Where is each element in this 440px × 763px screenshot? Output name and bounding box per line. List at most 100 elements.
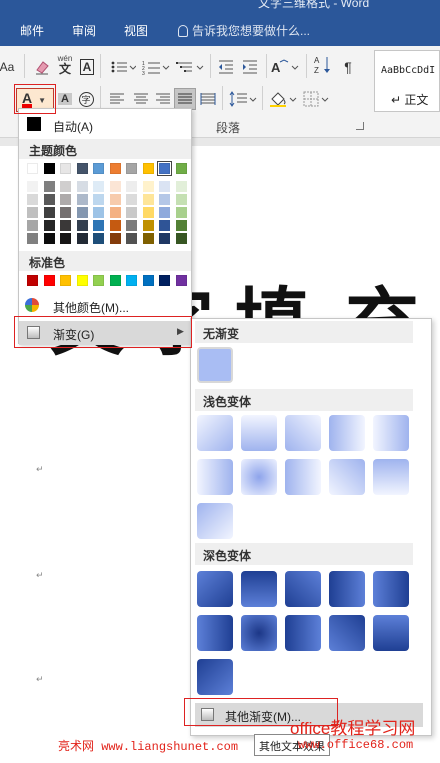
theme-tint-swatch[interactable] <box>142 220 154 231</box>
theme-tint-swatch[interactable] <box>126 181 137 192</box>
character-shading-button[interactable]: A <box>56 88 74 110</box>
dark-gradient-tile[interactable] <box>373 571 409 607</box>
theme-tint-swatch[interactable] <box>76 220 88 231</box>
theme-tint-swatch[interactable] <box>175 194 187 205</box>
theme-tint-swatch[interactable] <box>126 233 137 244</box>
standard-color-swatch[interactable] <box>93 275 104 286</box>
dialog-launcher-icon[interactable] <box>356 122 364 130</box>
distributed-button[interactable] <box>198 88 218 110</box>
align-right-button[interactable] <box>152 88 174 110</box>
theme-color-swatch[interactable] <box>126 163 137 174</box>
standard-color-swatch[interactable] <box>27 275 38 286</box>
numbering-button[interactable]: 123 <box>140 56 172 78</box>
chinese-layout-button[interactable]: A <box>270 56 300 78</box>
theme-color-swatch[interactable] <box>93 163 104 174</box>
no-gradient-tile[interactable] <box>197 347 233 383</box>
theme-tint-swatch[interactable] <box>93 181 104 192</box>
change-case-button[interactable]: Aa <box>0 56 14 78</box>
theme-tint-swatch[interactable] <box>76 181 88 192</box>
borders-button[interactable] <box>302 88 332 110</box>
light-gradient-tile[interactable] <box>241 459 277 495</box>
show-hide-marks-button[interactable]: ¶ <box>338 56 358 78</box>
standard-color-swatch[interactable] <box>109 275 121 286</box>
theme-tint-swatch[interactable] <box>60 220 71 231</box>
theme-tint-swatch[interactable] <box>109 194 121 205</box>
theme-tint-swatch[interactable] <box>60 181 71 192</box>
automatic-color-item[interactable]: 自动(A) <box>19 115 191 135</box>
dark-gradient-tile[interactable] <box>285 615 321 651</box>
decrease-indent-button[interactable] <box>216 56 236 78</box>
theme-tint-swatch[interactable] <box>159 181 170 192</box>
theme-tint-swatch[interactable] <box>93 194 104 205</box>
theme-tint-swatch[interactable] <box>109 233 121 244</box>
standard-color-swatch[interactable] <box>175 275 187 286</box>
standard-color-swatch[interactable] <box>60 275 71 286</box>
theme-tint-swatch[interactable] <box>175 207 187 218</box>
tab-view[interactable]: 视图 <box>124 22 148 39</box>
dark-gradient-tile[interactable] <box>373 615 409 651</box>
light-gradient-tile[interactable] <box>329 415 365 451</box>
theme-tint-swatch[interactable] <box>93 220 104 231</box>
more-colors-item[interactable]: 其他颜色(M)... <box>19 295 191 317</box>
theme-tint-swatch[interactable] <box>126 207 137 218</box>
theme-color-swatch[interactable] <box>60 163 71 174</box>
theme-tint-swatch[interactable] <box>159 220 170 231</box>
light-gradient-tile[interactable] <box>373 415 409 451</box>
theme-tint-swatch[interactable] <box>159 194 170 205</box>
dark-gradient-tile[interactable] <box>197 659 233 695</box>
light-gradient-tile[interactable] <box>329 459 365 495</box>
theme-tint-swatch[interactable] <box>175 181 187 192</box>
enclose-characters-button[interactable]: 字 <box>76 88 96 110</box>
theme-tint-swatch[interactable] <box>175 233 187 244</box>
theme-tint-swatch[interactable] <box>76 207 88 218</box>
standard-color-swatch[interactable] <box>142 275 154 286</box>
gradient-item[interactable]: 渐变(G) ▶ <box>19 321 191 345</box>
theme-tint-swatch[interactable] <box>142 194 154 205</box>
theme-color-swatch[interactable] <box>27 163 38 174</box>
align-left-button[interactable] <box>106 88 128 110</box>
standard-color-swatch[interactable] <box>159 275 170 286</box>
bullets-button[interactable] <box>108 56 138 78</box>
character-border-button[interactable]: A <box>78 56 96 78</box>
dark-gradient-tile[interactable] <box>241 571 277 607</box>
theme-color-swatch[interactable] <box>157 161 172 176</box>
sort-button[interactable]: AZ <box>312 54 334 76</box>
theme-tint-swatch[interactable] <box>43 233 55 244</box>
theme-tint-swatch[interactable] <box>43 194 55 205</box>
standard-color-swatch[interactable] <box>43 275 55 286</box>
theme-tint-swatch[interactable] <box>109 207 121 218</box>
style-gallery[interactable]: AaBbCcDdI ↵ 正文 <box>374 50 440 112</box>
chevron-down-icon[interactable]: ▼ <box>38 96 46 105</box>
theme-tint-swatch[interactable] <box>60 207 71 218</box>
light-gradient-tile[interactable] <box>197 503 233 539</box>
justify-button[interactable] <box>174 88 196 110</box>
theme-tint-swatch[interactable] <box>60 233 71 244</box>
dark-gradient-tile[interactable] <box>197 615 233 651</box>
theme-color-swatch[interactable] <box>109 163 121 174</box>
phonetic-guide-button[interactable]: wén 文 <box>54 54 76 76</box>
theme-color-swatch[interactable] <box>142 163 154 174</box>
tell-me-box[interactable]: 告诉我您想要做什么... <box>178 22 310 39</box>
line-spacing-button[interactable] <box>228 88 258 110</box>
theme-tint-swatch[interactable] <box>109 220 121 231</box>
light-gradient-tile[interactable] <box>285 459 321 495</box>
theme-tint-swatch[interactable] <box>43 220 55 231</box>
shading-button[interactable] <box>268 88 298 110</box>
increase-indent-button[interactable] <box>240 56 260 78</box>
theme-tint-swatch[interactable] <box>27 220 38 231</box>
theme-tint-swatch[interactable] <box>27 194 38 205</box>
theme-tint-swatch[interactable] <box>159 207 170 218</box>
tab-review[interactable]: 审阅 <box>72 22 96 39</box>
standard-color-swatch[interactable] <box>76 275 88 286</box>
tab-mailings[interactable]: 邮件 <box>20 22 44 39</box>
theme-tint-swatch[interactable] <box>76 233 88 244</box>
theme-color-swatch[interactable] <box>43 163 55 174</box>
light-gradient-tile[interactable] <box>373 459 409 495</box>
dark-gradient-tile[interactable] <box>197 571 233 607</box>
theme-tint-swatch[interactable] <box>27 233 38 244</box>
align-center-button[interactable] <box>130 88 152 110</box>
theme-tint-swatch[interactable] <box>27 207 38 218</box>
light-gradient-tile[interactable] <box>197 459 233 495</box>
light-gradient-tile[interactable] <box>197 415 233 451</box>
theme-tint-swatch[interactable] <box>93 207 104 218</box>
